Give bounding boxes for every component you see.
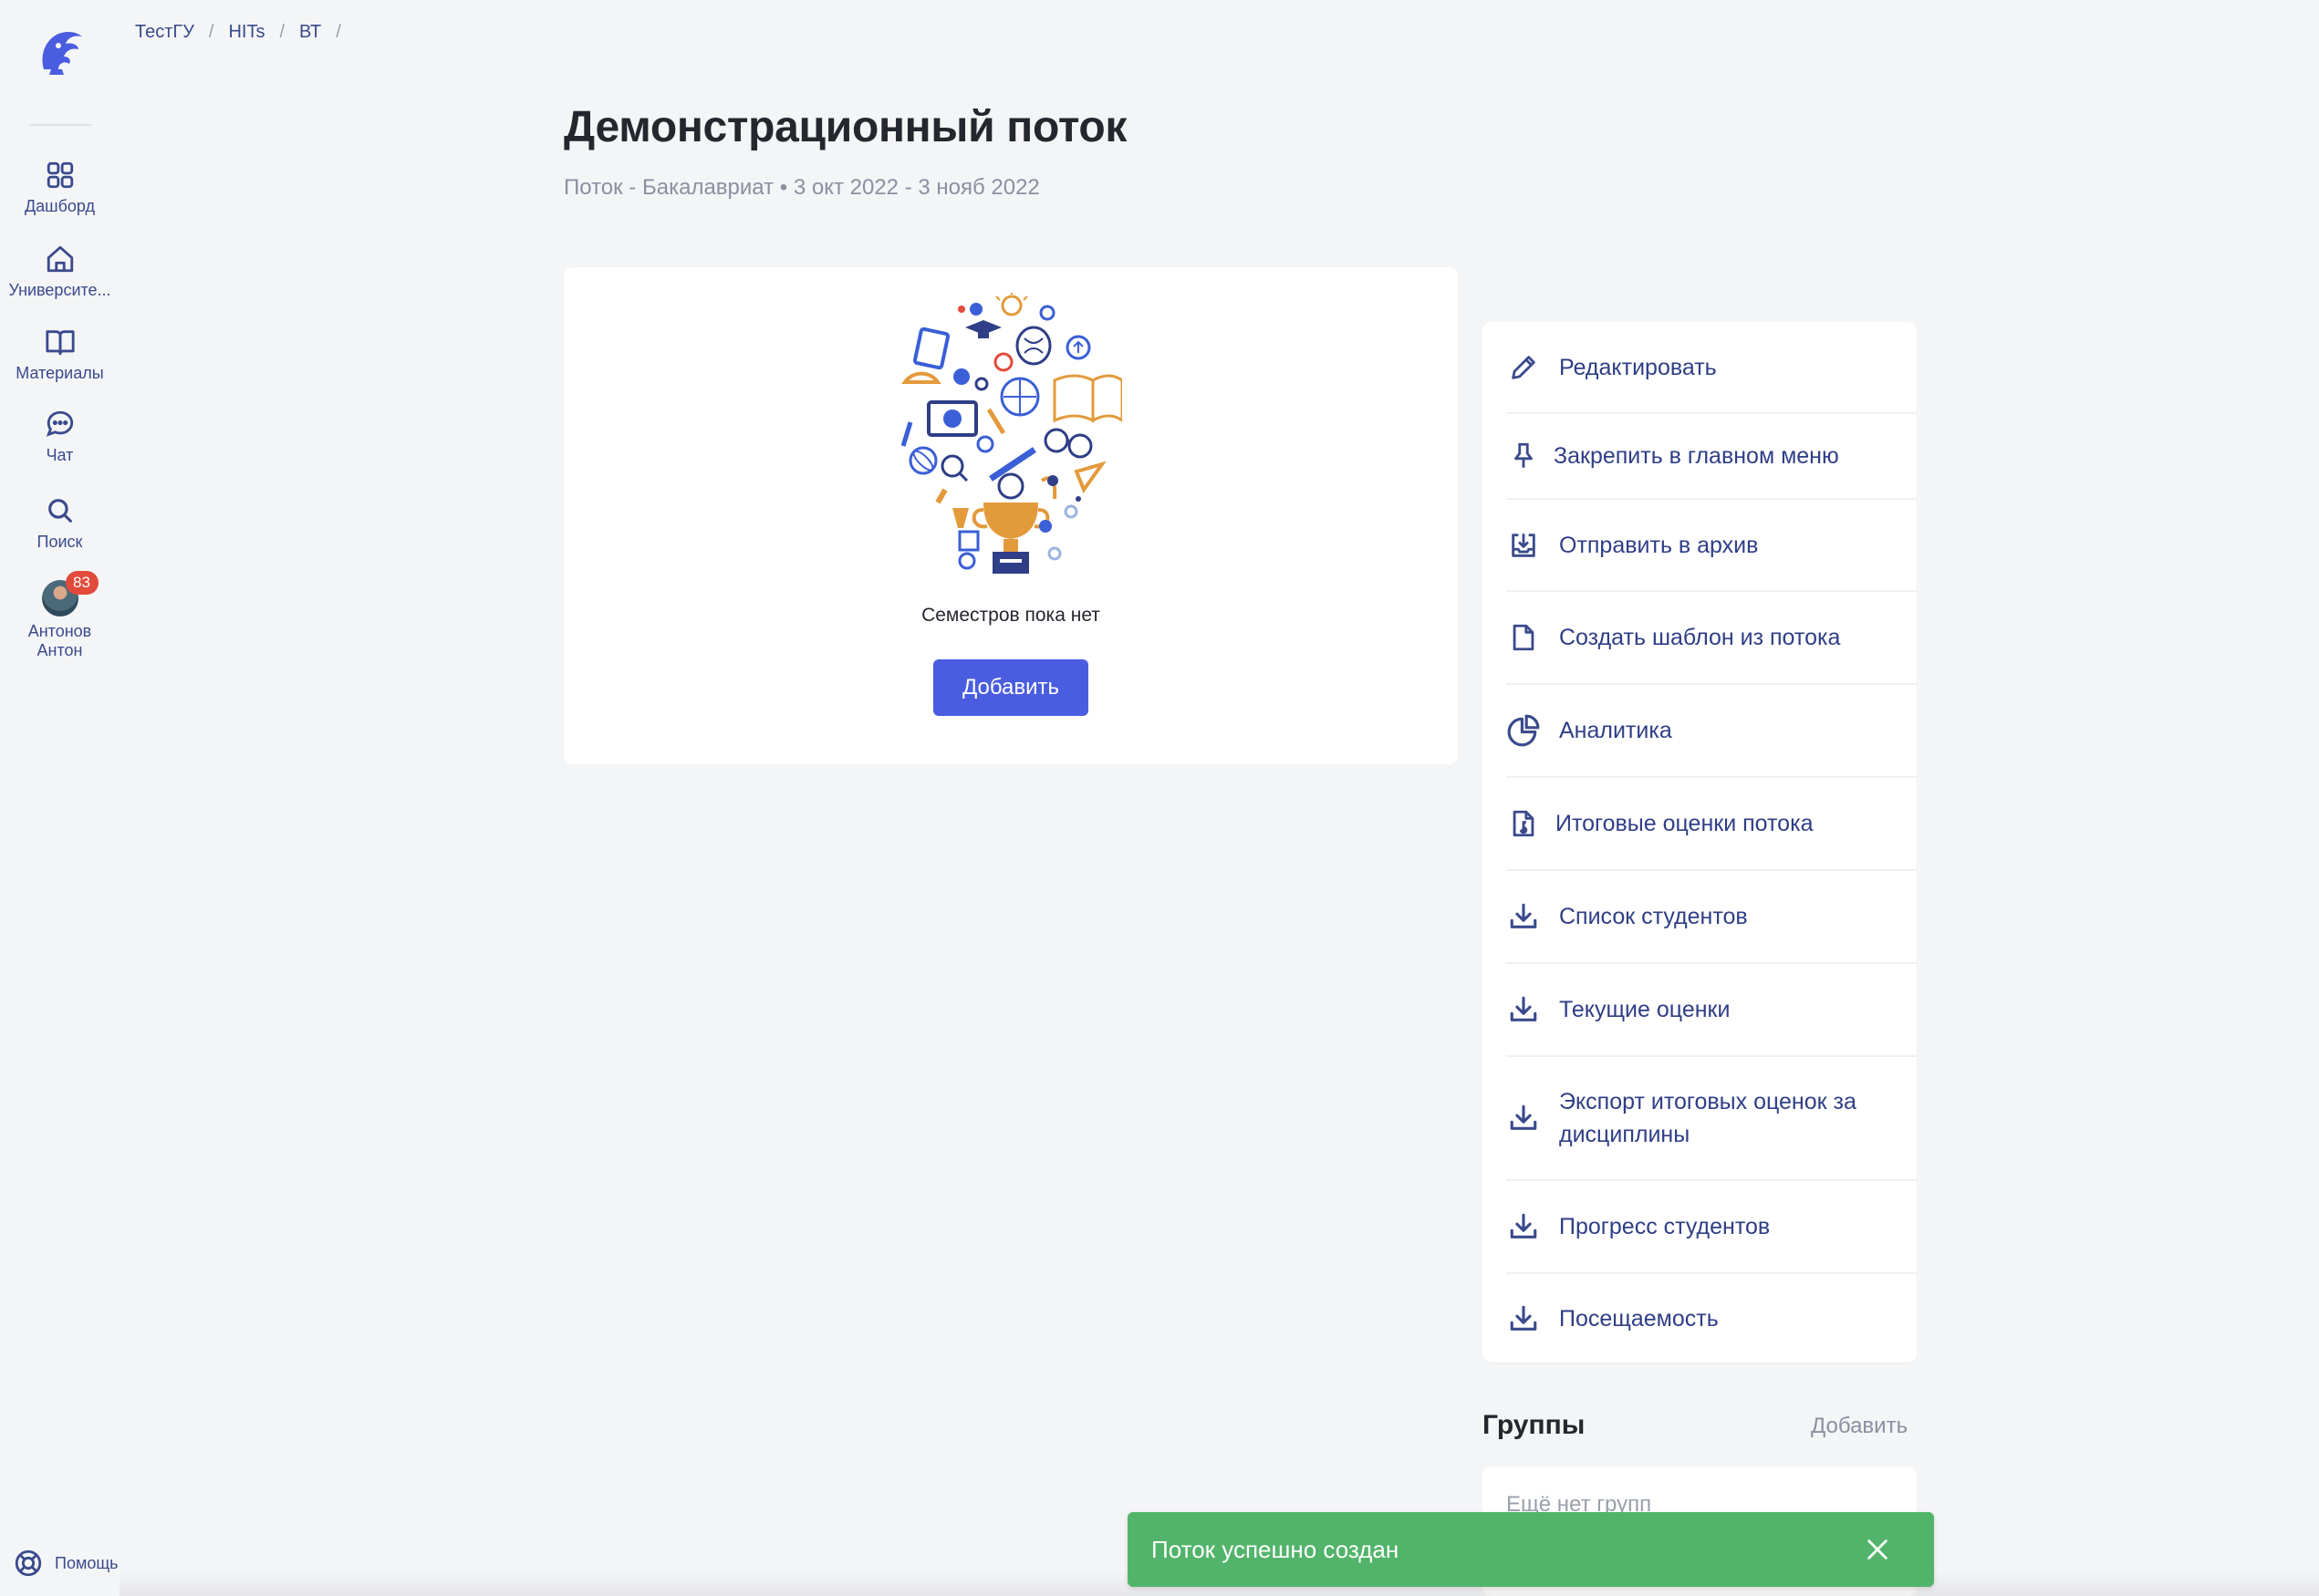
notification-badge: 83 (65, 571, 99, 595)
pencil-icon (1506, 350, 1541, 385)
sidebar-item-university[interactable]: Университе... (0, 241, 120, 300)
action-label: Прогресс студентов (1559, 1214, 1771, 1239)
page-title: Демонстрационный поток (564, 103, 1128, 151)
action-final-grades[interactable]: Итоговые оценки потока (1506, 778, 1917, 871)
download-icon (1506, 1301, 1541, 1336)
chat-icon (42, 406, 78, 442)
book-icon (42, 324, 78, 360)
sidebar-item-chat[interactable]: Чат (0, 406, 120, 465)
action-label: Итоговые оценки потока (1555, 811, 1814, 836)
download-icon (1506, 1209, 1541, 1244)
action-student-progress[interactable]: Прогресс студентов (1506, 1181, 1917, 1274)
action-label: Аналитика (1559, 718, 1672, 743)
archive-icon (1506, 528, 1541, 563)
profile-name-line1: Антонов (27, 622, 92, 640)
sidebar-item-profile[interactable]: 83 Антонов Антон (0, 571, 120, 660)
action-label: Создать шаблон из потока (1559, 625, 1841, 650)
groups-title: Группы (1482, 1410, 1586, 1440)
breadcrumb: ТестГУ / HITs / ВТ / (135, 22, 356, 43)
breadcrumb-separator: / (279, 22, 286, 42)
action-export-final-grades[interactable]: Экспорт итоговых оценок за дисциплины (1506, 1057, 1917, 1181)
sidebar-item-label: Материалы (16, 364, 104, 382)
action-label: Отправить в архив (1559, 532, 1759, 558)
education-illustration-icon (901, 293, 1122, 574)
download-icon (1506, 899, 1541, 934)
sidebar-divider (29, 124, 91, 126)
close-icon[interactable] (1865, 1537, 1890, 1562)
sidebar-item-label: Чат (46, 446, 74, 464)
breadcrumb-separator: / (208, 22, 214, 42)
action-current-grades[interactable]: Текущие оценки (1506, 964, 1917, 1057)
lifebuoy-icon (15, 1549, 42, 1577)
sidebar-item-dashboard[interactable]: Дашборд (0, 157, 120, 216)
breadcrumb-item[interactable]: ТестГУ (135, 22, 194, 43)
download-icon (1506, 992, 1541, 1027)
semesters-empty-text: Семестров пока нет (921, 605, 1100, 626)
action-archive[interactable]: Отправить в архив (1506, 500, 1917, 592)
breadcrumb-separator: / (336, 22, 341, 42)
sidebar: Дашборд Университе... Материалы Чат Поис… (0, 0, 120, 1596)
document-icon (1506, 620, 1541, 655)
action-label: Текущие оценки (1559, 997, 1731, 1022)
logo-icon[interactable] (31, 24, 88, 80)
avatar-wrap: 83 (41, 571, 99, 617)
action-label: Экспорт итоговых оценок за дисциплины (1559, 1089, 1856, 1147)
breadcrumb-item[interactable]: HITs (228, 22, 265, 43)
action-label: Посещаемость (1559, 1305, 1719, 1332)
actions-card: Редактировать Закрепить в главном меню О… (1482, 322, 1917, 1363)
add-group-button[interactable]: Добавить (1811, 1414, 1908, 1439)
action-analytics[interactable]: Аналитика (1506, 685, 1917, 778)
breadcrumb-item[interactable]: ВТ (299, 22, 321, 43)
semesters-card: Семестров пока нет Добавить (564, 267, 1458, 764)
help-label: Помощь (55, 1553, 119, 1572)
action-label: Редактировать (1559, 354, 1717, 380)
toast-message: Поток успешно создан (1151, 1535, 1399, 1563)
grades-file-icon (1506, 806, 1541, 841)
action-pin[interactable]: Закрепить в главном меню (1506, 414, 1917, 500)
action-label: Закрепить в главном меню (1554, 443, 1839, 469)
success-toast: Поток успешно создан (1128, 1512, 1934, 1587)
sidebar-item-materials[interactable]: Материалы (0, 324, 120, 383)
sidebar-item-label: Университе... (8, 281, 111, 299)
search-icon (42, 492, 78, 529)
pin-icon (1506, 439, 1541, 473)
action-create-template[interactable]: Создать шаблон из потока (1506, 592, 1917, 685)
help-button[interactable]: Помощь (13, 1548, 119, 1579)
download-icon (1506, 1101, 1541, 1135)
dashboard-icon (42, 157, 78, 193)
add-semester-button[interactable]: Добавить (933, 659, 1088, 716)
home-icon (42, 241, 78, 277)
page-subtitle: Поток - Бакалавриат • 3 окт 2022 - 3 ноя… (564, 175, 1040, 200)
action-label: Список студентов (1559, 904, 1748, 929)
action-edit[interactable]: Редактировать (1506, 322, 1917, 414)
sidebar-item-label: Поиск (36, 533, 83, 551)
profile-name-line2: Антон (36, 641, 83, 659)
app-root: Дашборд Университе... Материалы Чат Поис… (0, 0, 2319, 1596)
sidebar-item-search[interactable]: Поиск (0, 492, 120, 552)
sidebar-item-label: Дашборд (24, 197, 96, 215)
action-attendance[interactable]: Посещаемость (1506, 1274, 1917, 1363)
pie-chart-icon (1506, 713, 1541, 748)
action-student-list[interactable]: Список студентов (1506, 871, 1917, 964)
